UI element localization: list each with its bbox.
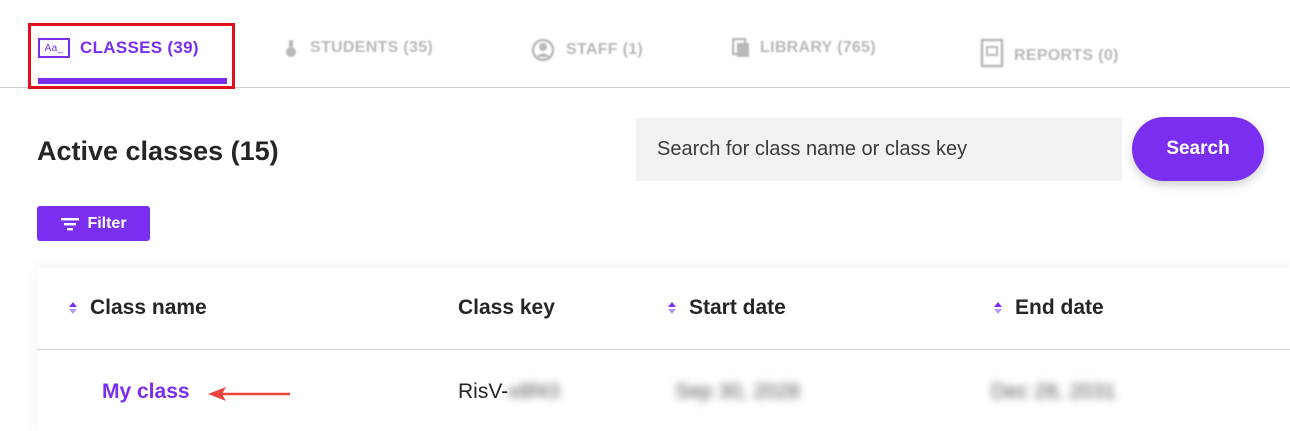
class-name-link[interactable]: My class — [102, 380, 190, 404]
library-icon — [732, 38, 749, 57]
classes-icon: Aa_ — [38, 38, 70, 58]
classes-table: Class name Class key Start date End date… — [37, 268, 1290, 431]
column-class-name-label: Class name — [90, 296, 207, 319]
tab-library-label: LIBRARY (765) — [760, 39, 876, 56]
sort-icon — [994, 302, 1002, 314]
filter-icon — [61, 217, 80, 230]
column-start-date-label: Start date — [689, 296, 786, 319]
sort-icon — [668, 302, 676, 314]
column-class-key: Class key — [458, 296, 555, 320]
filter-button[interactable]: Filter — [37, 206, 150, 241]
staff-icon — [531, 38, 555, 62]
tab-bar: Aa_ CLASSES (39) STUDENTS (35) STAFF (1)… — [0, 0, 1290, 89]
tab-staff[interactable]: STAFF (1) — [530, 38, 643, 62]
start-date-cell: Sep 30, 2028 — [675, 380, 800, 403]
search-input[interactable] — [636, 118, 1122, 181]
column-start-date[interactable]: Start date — [667, 296, 786, 320]
page-title: Active classes (15) — [37, 136, 279, 166]
class-key-prefix: RisV- — [458, 380, 509, 403]
column-end-date-label: End date — [1015, 296, 1104, 319]
search-button[interactable]: Search — [1132, 117, 1264, 181]
end-date-cell: Dec 28, 2031 — [991, 380, 1116, 403]
tab-classes[interactable]: Aa_ CLASSES (39) — [38, 38, 199, 58]
column-end-date[interactable]: End date — [993, 296, 1104, 320]
tab-students[interactable]: STUDENTS (35) — [282, 38, 433, 58]
column-class-name[interactable]: Class name — [68, 296, 207, 320]
class-key-hidden: x8f43 — [508, 380, 560, 403]
student-icon — [286, 40, 296, 57]
tab-classes-label: CLASSES (39) — [80, 38, 199, 57]
filter-label: Filter — [87, 214, 127, 232]
tab-students-label: STUDENTS (35) — [310, 39, 434, 56]
tab-library[interactable]: LIBRARY (765) — [732, 38, 876, 58]
sort-icon — [69, 302, 77, 314]
active-tab-underline — [38, 78, 227, 84]
annotation-arrow-icon — [208, 387, 290, 401]
table-header: Class name Class key Start date End date — [37, 268, 1290, 350]
reports-icon — [980, 38, 1004, 68]
tab-staff-label: STAFF (1) — [566, 41, 644, 58]
column-class-key-label: Class key — [458, 296, 555, 319]
tab-reports-label: REPORTS (0) — [1014, 47, 1119, 64]
class-key-cell: RisV-x8f43 — [458, 380, 560, 404]
tab-reports[interactable]: REPORTS (0) — [980, 38, 1119, 68]
